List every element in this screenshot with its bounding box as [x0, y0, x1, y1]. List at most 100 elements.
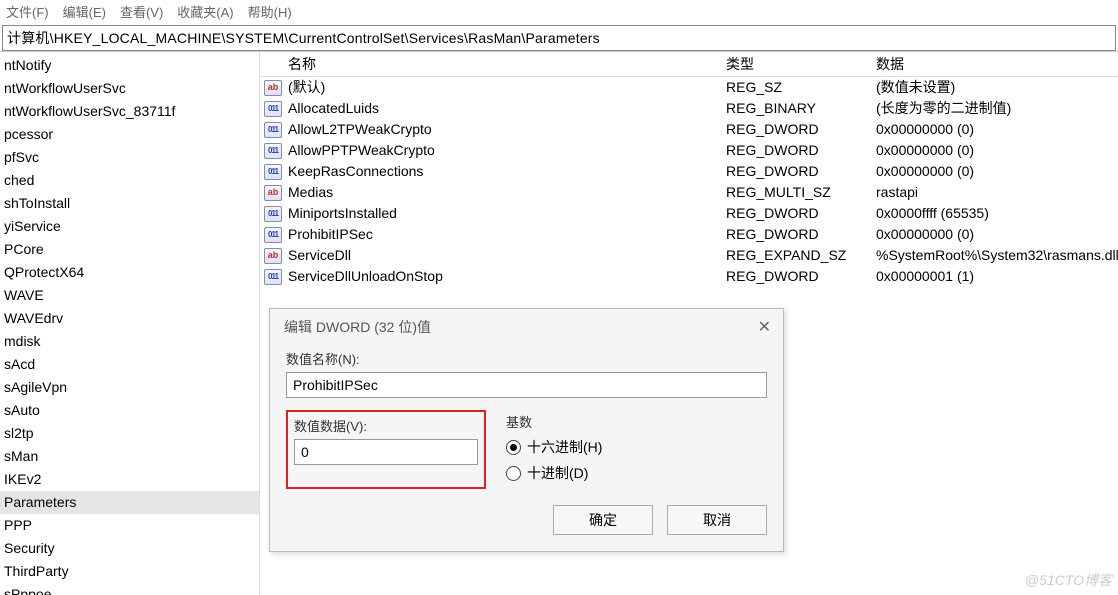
dialog-buttons: 确定 取消	[270, 493, 783, 551]
value-data: 0x00000000 (0)	[876, 140, 1118, 161]
tree-item[interactable]: ched	[0, 169, 259, 192]
registry-value-row[interactable]: 011ServiceDllUnloadOnStopREG_DWORD0x0000…	[260, 266, 1118, 287]
value-icon-cell: ab	[260, 248, 286, 264]
value-icon-cell: 011	[260, 206, 286, 222]
tree-item[interactable]: Parameters	[0, 491, 259, 514]
radix-hex-label: 十六进制(H)	[527, 437, 602, 457]
value-name: AllowPPTPWeakCrypto	[286, 140, 726, 161]
radix-hex-option[interactable]: 十六进制(H)	[506, 437, 767, 457]
radix-dec-label: 十进制(D)	[527, 463, 588, 483]
value-data: 0x00000001 (1)	[876, 266, 1118, 287]
value-icon-cell: 011	[260, 269, 286, 285]
value-data: (长度为零的二进制值)	[876, 98, 1118, 119]
value-name-label: 数值名称(N):	[286, 349, 767, 368]
column-header-type[interactable]: 类型	[726, 54, 876, 74]
tree-item[interactable]: ntWorkflowUserSvc_83711f	[0, 100, 259, 123]
tree-item[interactable]: pcessor	[0, 123, 259, 146]
tree-item[interactable]: ntNotify	[0, 54, 259, 77]
menu-view[interactable]: 查看(V)	[120, 2, 163, 21]
radio-icon	[506, 440, 521, 455]
value-data: (数值未设置)	[876, 77, 1118, 98]
string-value-icon: ab	[264, 80, 282, 96]
value-type: REG_MULTI_SZ	[726, 182, 876, 203]
radix-dec-option[interactable]: 十进制(D)	[506, 463, 767, 483]
tree-item[interactable]: yiService	[0, 215, 259, 238]
value-type: REG_DWORD	[726, 224, 876, 245]
value-data-input[interactable]	[294, 439, 478, 465]
value-type: REG_DWORD	[726, 266, 876, 287]
registry-address-bar[interactable]: 计算机\HKEY_LOCAL_MACHINE\SYSTEM\CurrentCon…	[2, 25, 1116, 51]
binary-value-icon: 011	[264, 269, 282, 285]
tree-item[interactable]: QProtectX64	[0, 261, 259, 284]
menu-favorites[interactable]: 收藏夹(A)	[177, 2, 233, 21]
value-icon-cell: ab	[260, 185, 286, 201]
values-header-row: 名称 类型 数据	[260, 52, 1118, 77]
value-name: Medias	[286, 182, 726, 203]
registry-values-panel: 名称 类型 数据 ab(默认)REG_SZ(数值未设置)011Allocated…	[260, 52, 1118, 595]
tree-item[interactable]: WAVEdrv	[0, 307, 259, 330]
dialog-title-text: 编辑 DWORD (32 位)值	[284, 317, 431, 337]
main-content: ntNotifyntWorkflowUserSvcntWorkflowUserS…	[0, 51, 1118, 595]
registry-tree-panel[interactable]: ntNotifyntWorkflowUserSvcntWorkflowUserS…	[0, 52, 260, 595]
dialog-titlebar: 编辑 DWORD (32 位)值 ✕	[270, 309, 783, 343]
value-icon-cell: 011	[260, 122, 286, 138]
string-value-icon: ab	[264, 248, 282, 264]
registry-value-row[interactable]: 011MiniportsInstalledREG_DWORD0x0000ffff…	[260, 203, 1118, 224]
registry-value-row[interactable]: 011KeepRasConnectionsREG_DWORD0x00000000…	[260, 161, 1118, 182]
menu-file[interactable]: 文件(F)	[6, 2, 49, 21]
value-icon-cell: 011	[260, 164, 286, 180]
column-header-name[interactable]: 名称	[286, 54, 726, 74]
dialog-body: 数值名称(N): 数值数据(V): 基数 十六进制(H)	[270, 343, 783, 493]
column-header-data[interactable]: 数据	[876, 54, 1118, 74]
registry-value-row[interactable]: 011AllowL2TPWeakCryptoREG_DWORD0x0000000…	[260, 119, 1118, 140]
value-data-block: 数值数据(V):	[286, 410, 486, 489]
tree-item[interactable]: Security	[0, 537, 259, 560]
tree-item[interactable]: sAcd	[0, 353, 259, 376]
value-type: REG_DWORD	[726, 161, 876, 182]
value-type: REG_BINARY	[726, 98, 876, 119]
close-icon[interactable]: ✕	[758, 317, 771, 337]
registry-value-row[interactable]: ab(默认)REG_SZ(数值未设置)	[260, 77, 1118, 98]
menu-help[interactable]: 帮助(H)	[248, 2, 292, 21]
tree-item[interactable]: IKEv2	[0, 468, 259, 491]
tree-item[interactable]: ThirdParty	[0, 560, 259, 583]
tree-item[interactable]: sMan	[0, 445, 259, 468]
tree-item[interactable]: ntWorkflowUserSvc	[0, 77, 259, 100]
value-data: 0x00000000 (0)	[876, 161, 1118, 182]
ok-button[interactable]: 确定	[553, 505, 653, 535]
value-name: ServiceDll	[286, 245, 726, 266]
registry-value-row[interactable]: 011ProhibitIPSecREG_DWORD0x00000000 (0)	[260, 224, 1118, 245]
tree-item[interactable]: WAVE	[0, 284, 259, 307]
value-data: 0x0000ffff (65535)	[876, 203, 1118, 224]
tree-item[interactable]: sl2tp	[0, 422, 259, 445]
binary-value-icon: 011	[264, 143, 282, 159]
value-icon-cell: 011	[260, 101, 286, 117]
registry-value-row[interactable]: abServiceDllREG_EXPAND_SZ%SystemRoot%\Sy…	[260, 245, 1118, 266]
value-data: rastapi	[876, 182, 1118, 203]
tree-item[interactable]: sAgileVpn	[0, 376, 259, 399]
registry-value-row[interactable]: 011AllowPPTPWeakCryptoREG_DWORD0x0000000…	[260, 140, 1118, 161]
value-name-input[interactable]	[286, 372, 767, 398]
tree-item[interactable]: pfSvc	[0, 146, 259, 169]
radix-group: 基数 十六进制(H) 十进制(D)	[506, 410, 767, 489]
binary-value-icon: 011	[264, 122, 282, 138]
cancel-button[interactable]: 取消	[667, 505, 767, 535]
tree-item[interactable]: PPP	[0, 514, 259, 537]
tree-item[interactable]: shToInstall	[0, 192, 259, 215]
binary-value-icon: 011	[264, 227, 282, 243]
value-type: REG_DWORD	[726, 140, 876, 161]
value-type: REG_DWORD	[726, 119, 876, 140]
radix-label: 基数	[506, 412, 767, 431]
tree-item[interactable]: sAuto	[0, 399, 259, 422]
registry-value-row[interactable]: 011AllocatedLuidsREG_BINARY(长度为零的二进制值)	[260, 98, 1118, 119]
tree-item[interactable]: sPppoe	[0, 583, 259, 595]
menu-bar: 文件(F) 编辑(E) 查看(V) 收藏夹(A) 帮助(H)	[0, 0, 1118, 25]
value-data: 0x00000000 (0)	[876, 224, 1118, 245]
tree-item[interactable]: mdisk	[0, 330, 259, 353]
header-spacer	[260, 54, 286, 74]
tree-item[interactable]: PCore	[0, 238, 259, 261]
registry-value-row[interactable]: abMediasREG_MULTI_SZrastapi	[260, 182, 1118, 203]
value-name: ProhibitIPSec	[286, 224, 726, 245]
menu-edit[interactable]: 编辑(E)	[63, 2, 106, 21]
value-data-label: 数值数据(V):	[294, 416, 478, 435]
